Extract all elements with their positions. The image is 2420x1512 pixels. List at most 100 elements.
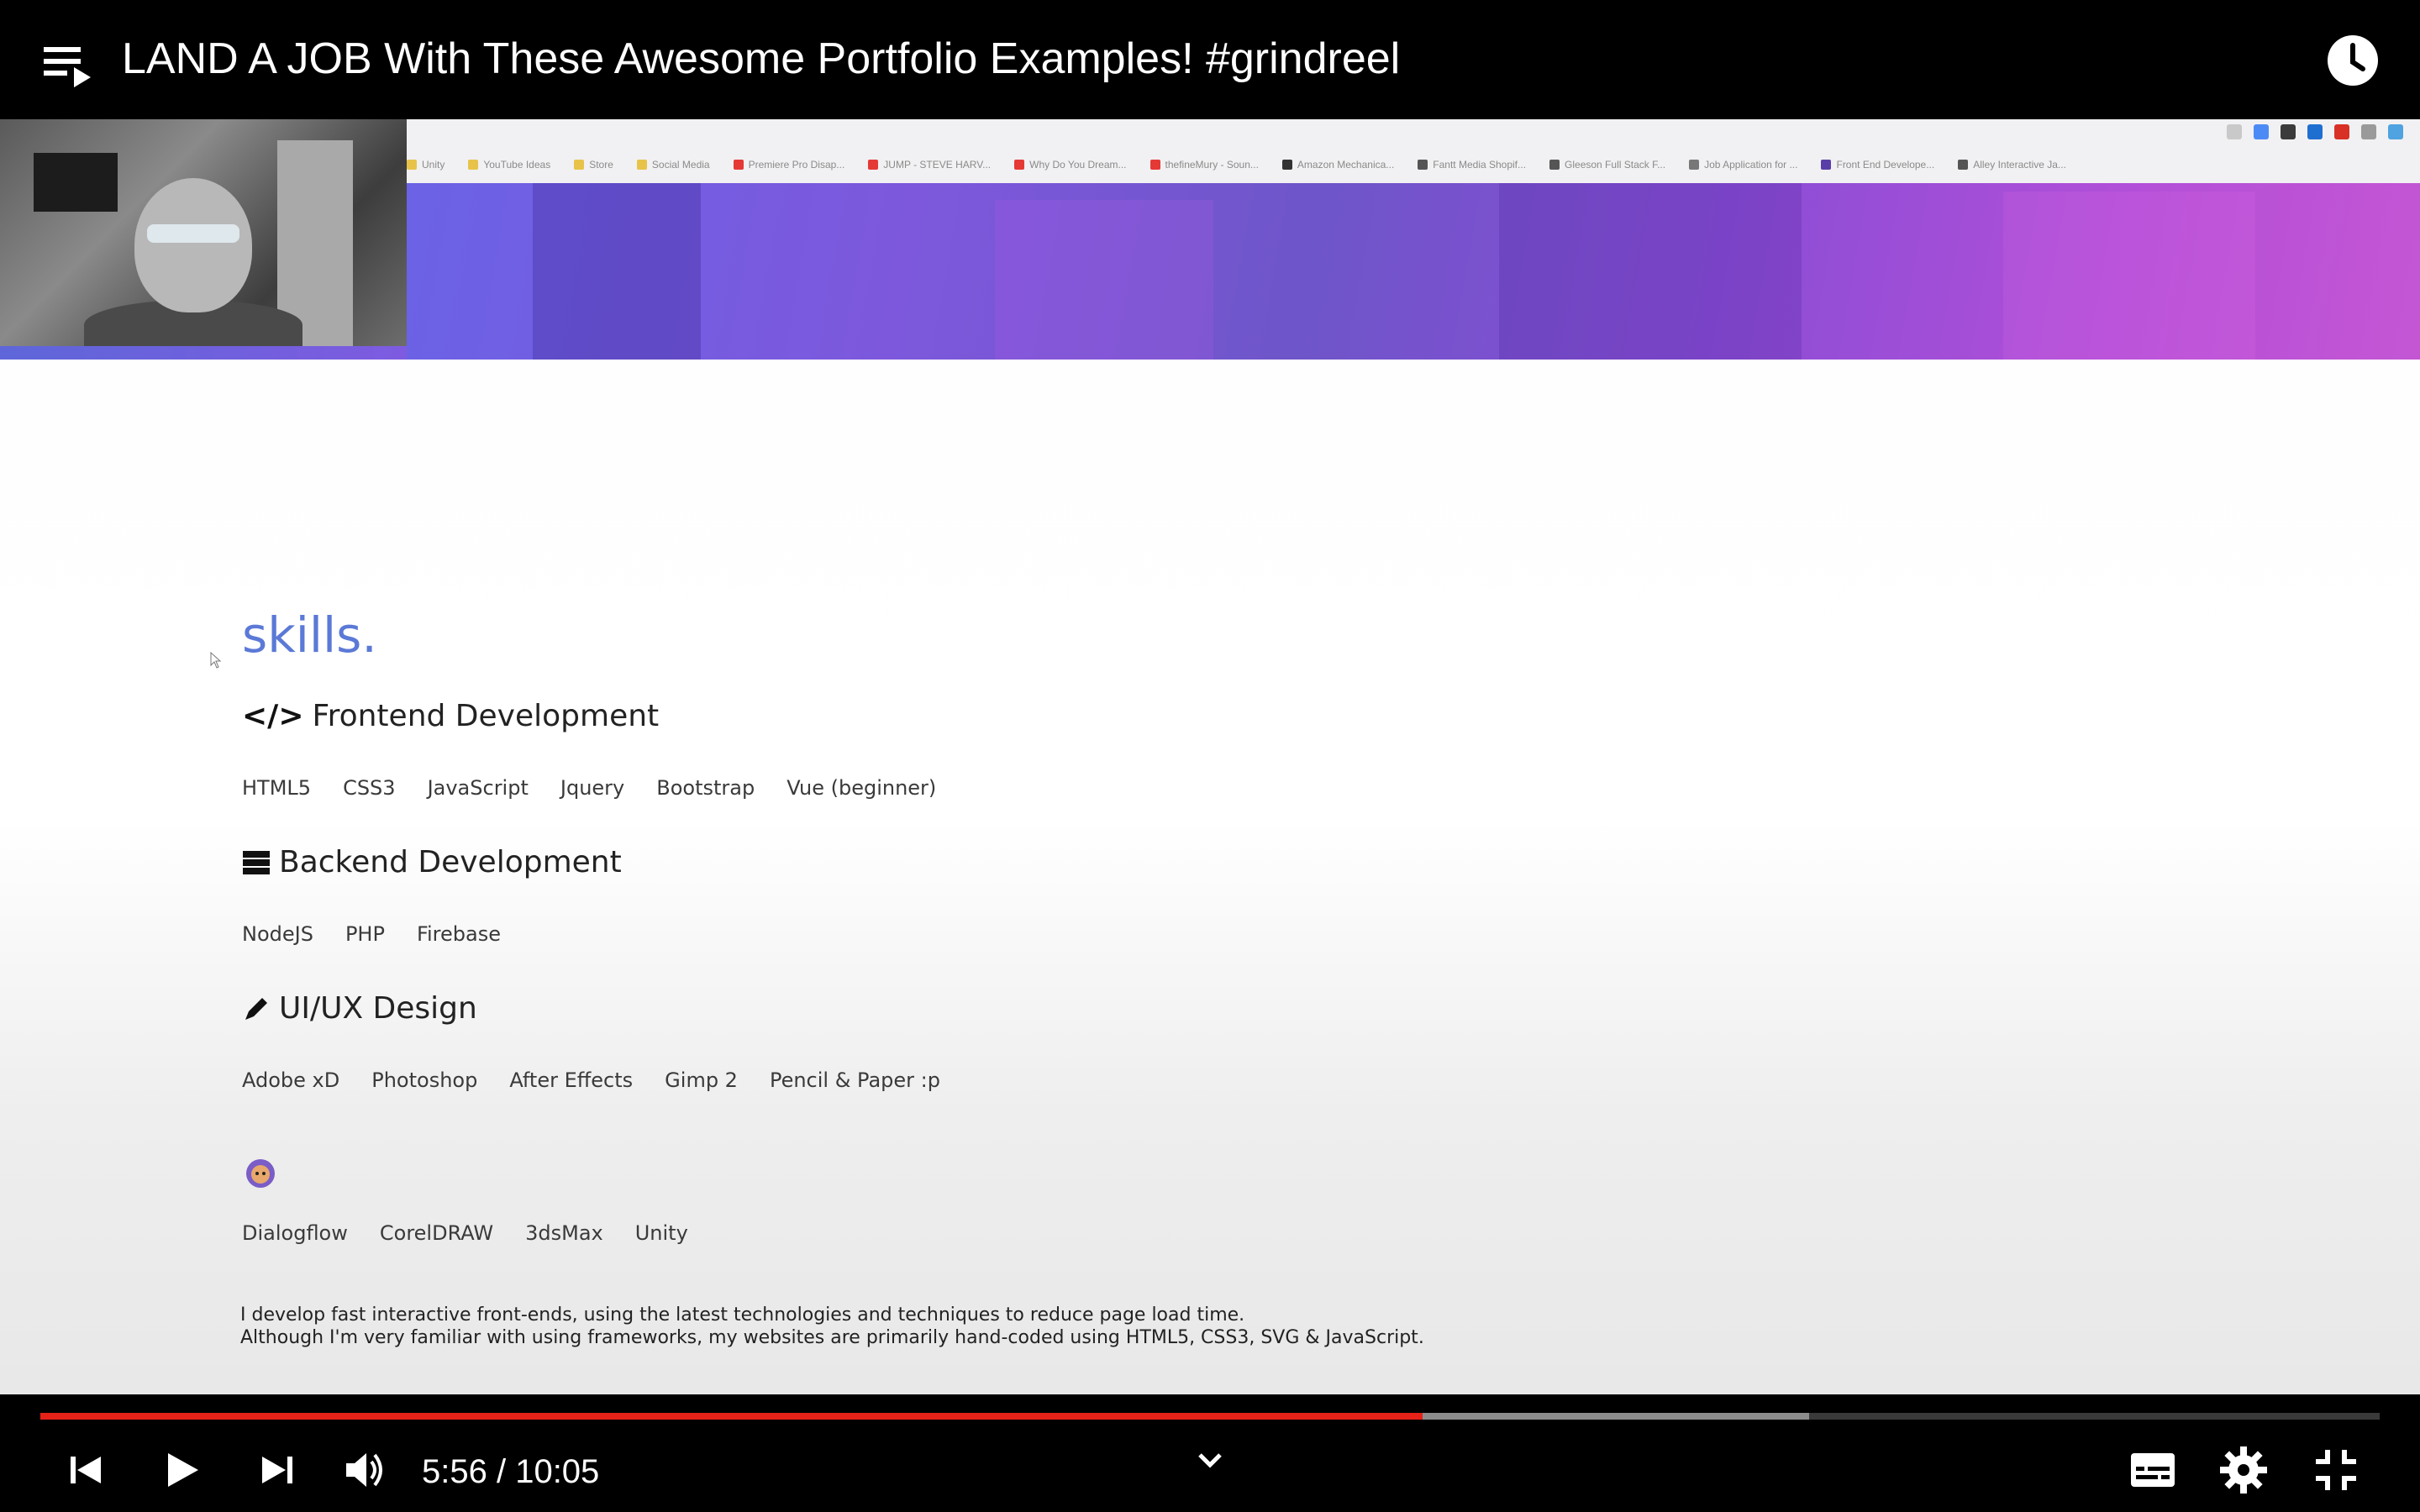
exit-fullscreen-icon[interactable] [2309, 1443, 2363, 1497]
skill-list-frontend: HTML5 CSS3 JavaScript Jquery Bootstrap V… [242, 776, 936, 800]
bookmark-label: thefineMury - Soun... [1165, 159, 1259, 171]
bookmark-item[interactable]: JUMP - STEVE HARV... [868, 159, 991, 171]
bookmark-label: Alley Interactive Ja... [1973, 159, 2066, 171]
skill-list-uiux: Adobe xD Photoshop After Effects Gimp 2 … [242, 1068, 940, 1092]
skip-next-icon[interactable] [250, 1443, 304, 1497]
skill-item: Firebase [416, 922, 501, 946]
player-controls: 5:56 / 10:05 [0, 1394, 2420, 1512]
bookmark-item[interactable]: Front End Develope... [1821, 159, 1934, 171]
time-separator: / [487, 1453, 516, 1490]
title-bar: LAND A JOB With These Awesome Portfolio … [0, 0, 2420, 119]
bookmark-icon [868, 160, 879, 170]
bookmark-label: Why Do You Dream... [1029, 159, 1127, 171]
skill-item: Bootstrap [656, 776, 755, 800]
bookmark-label: Gleeson Full Stack F... [1565, 159, 1666, 171]
skill-item: Gimp 2 [665, 1068, 738, 1092]
skill-list-backend: NodeJS PHP Firebase [242, 922, 501, 946]
bookmark-label: Amazon Mechanica... [1297, 159, 1395, 171]
bookmark-item[interactable]: Alley Interactive Ja... [1958, 159, 2066, 171]
skill-item: After Effects [509, 1068, 634, 1092]
browser-bookmarks-bar: Unity YouTube Ideas Store Social Media Premi… [407, 119, 2420, 184]
bookmark-label: Social Media [651, 159, 710, 171]
bookmark-icon [1549, 160, 1560, 170]
hero-banner [407, 183, 2420, 360]
bookmark-item[interactable]: Why Do You Dream... [1014, 159, 1127, 171]
progress-bar[interactable] [40, 1413, 2380, 1420]
gear-icon[interactable] [2217, 1443, 2270, 1497]
time-display: 5:56 / 10:05 [422, 1452, 599, 1492]
category-title-frontend: </> Frontend Development [242, 699, 659, 733]
bookmark-label: YouTube Ideas [483, 159, 551, 171]
bookmark-label: Fantt Media Shopif... [1433, 159, 1527, 171]
bookmark-icon [468, 160, 479, 170]
bookmark-item[interactable]: Social Media [636, 159, 710, 171]
skill-item: Pencil & Paper :p [769, 1068, 940, 1092]
bookmark-icon [1689, 160, 1700, 170]
bookmark-label: JUMP - STEVE HARV... [883, 159, 992, 171]
skill-item: CorelDRAW [379, 1221, 494, 1245]
bookmark-icon [574, 160, 585, 170]
bookmark-icon [1418, 160, 1428, 170]
bookmark-icon [1014, 160, 1025, 170]
bookmark-item[interactable]: Gleeson Full Stack F... [1549, 159, 1665, 171]
skill-list-other: Dialogflow CorelDRAW 3dsMax Unity [242, 1221, 688, 1245]
duration: 10:05 [515, 1453, 600, 1490]
bookmark-item[interactable]: Premiere Pro Disap... [733, 159, 845, 171]
bookmark-icon [1150, 160, 1160, 170]
bookmark-icon [1821, 160, 1832, 170]
skill-item: CSS3 [343, 776, 396, 800]
skill-item: PHP [345, 922, 385, 946]
server-icon [243, 850, 270, 874]
skills-heading: skills. [242, 606, 377, 664]
subtitles-icon[interactable] [2126, 1443, 2180, 1497]
skip-previous-icon[interactable] [59, 1443, 113, 1497]
category-title-uiux: UI/UX Design [242, 991, 477, 1026]
bookmark-item[interactable]: Fantt Media Shopif... [1418, 159, 1526, 171]
play-icon[interactable] [155, 1443, 208, 1497]
current-time: 5:56 [422, 1453, 487, 1490]
skill-item: Vue (beginner) [786, 776, 937, 800]
browser-extension-icons [2227, 124, 2403, 146]
skill-item: Adobe xD [242, 1068, 340, 1092]
skill-item: Dialogflow [242, 1221, 348, 1245]
bookmark-icon [407, 160, 417, 170]
category-label: UI/UX Design [279, 991, 477, 1026]
bookmark-label: Store [589, 159, 613, 171]
bookmark-icon [1958, 160, 1969, 170]
bookmark-item[interactable]: YouTube Ideas [468, 159, 550, 171]
bookmark-icon [636, 160, 647, 170]
bookmark-label: Premiere Pro Disap... [748, 159, 845, 171]
playlist-icon[interactable] [44, 40, 94, 87]
description-line: I develop fast interactive front-ends, u… [240, 1305, 1245, 1326]
skill-item: Jquery [560, 776, 625, 800]
volume-icon[interactable] [339, 1443, 393, 1497]
video-title[interactable]: LAND A JOB With These Awesome Portfolio … [122, 32, 1400, 86]
skill-item: Photoshop [371, 1068, 478, 1092]
bookmark-label: Front End Develope... [1836, 159, 1935, 171]
bookmark-item[interactable]: Store [574, 159, 613, 171]
description-line: Although I'm very familiar with using fr… [240, 1327, 1424, 1348]
bookmark-item[interactable]: Unity [407, 159, 445, 171]
skill-item: Unity [634, 1221, 688, 1245]
skill-item: JavaScript [427, 776, 529, 800]
skill-item: NodeJS [242, 922, 313, 946]
skills-description: I develop fast interactive front-ends, u… [240, 1304, 1424, 1349]
progress-played [40, 1413, 1423, 1420]
bookmark-icon [1281, 160, 1292, 170]
webcam-overlay [0, 119, 407, 350]
chevron-down-icon[interactable] [1193, 1443, 1227, 1477]
bookmark-item[interactable]: Job Application for ... [1689, 159, 1797, 171]
bookmark-label: Job Application for ... [1704, 159, 1798, 171]
bookmark-item[interactable]: Amazon Mechanica... [1281, 159, 1395, 171]
bookmark-label: Unity [422, 159, 445, 171]
video-frame[interactable]: Unity YouTube Ideas Store Social Media Premi… [0, 119, 2420, 1394]
code-icon: </> [242, 699, 304, 733]
banner-strip [0, 346, 407, 360]
pencil-icon [245, 997, 267, 1020]
clock-icon[interactable] [2326, 34, 2380, 87]
skill-item: 3dsMax [525, 1221, 603, 1245]
skill-item: HTML5 [242, 776, 312, 800]
emoji-icon [246, 1159, 275, 1188]
mouse-cursor-icon [210, 652, 222, 669]
bookmark-item[interactable]: thefineMury - Soun... [1150, 159, 1259, 171]
